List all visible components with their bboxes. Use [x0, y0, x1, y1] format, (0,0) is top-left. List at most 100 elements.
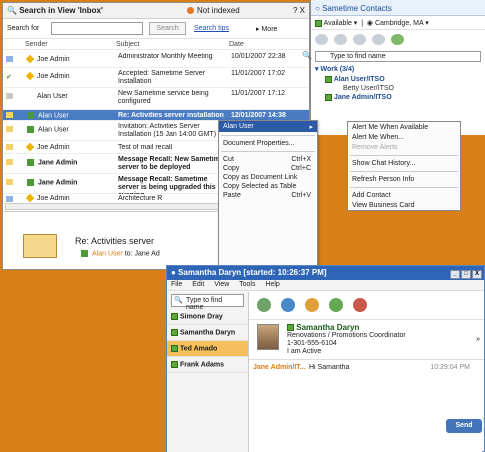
contacts-toolbar [311, 30, 485, 50]
phone-icon[interactable] [352, 34, 366, 45]
menu-item-business-card[interactable]: View Business Card [348, 201, 460, 210]
call-icon[interactable] [280, 298, 295, 312]
participant-item[interactable]: Simone Dray [167, 309, 248, 325]
row-sender: Joe Admin [37, 144, 70, 151]
menu-item-paste[interactable]: Paste Ctrl+V [219, 191, 317, 200]
participant-item[interactable]: Samantha Daryn [167, 325, 248, 341]
close-button[interactable]: X [472, 270, 482, 279]
menu-item-remove-alerts: Remove Alerts [352, 144, 398, 151]
block-icon[interactable] [352, 298, 367, 312]
menu-edit[interactable]: Edit [192, 281, 204, 288]
more-label: More [261, 26, 278, 33]
checkmark-icon: ✔ [6, 74, 12, 81]
contact-name: Betty User/ITSO [343, 85, 394, 92]
search-input[interactable] [51, 22, 143, 35]
participant-name: Frank Adams [179, 361, 225, 369]
table-row[interactable]: Joe Admin Administrator Monthly Meeting … [3, 51, 309, 68]
back-icon[interactable] [315, 34, 328, 45]
add-contact-icon[interactable] [390, 34, 404, 45]
contacts-icon: ○ [315, 4, 323, 13]
menu-item-label: Copy [223, 165, 240, 172]
menu-file[interactable]: File [171, 281, 182, 288]
menu-view[interactable]: View [214, 281, 229, 288]
row-sender: Alan User [37, 93, 68, 100]
contact-item[interactable]: Alan User/ITSO [311, 75, 485, 84]
col-subject[interactable]: Subject [116, 41, 139, 48]
find-placeholder: Type to find name [330, 53, 386, 60]
minimize-button[interactable]: _ [450, 270, 460, 279]
menu-item-add-contact[interactable]: Add Contact [348, 191, 460, 200]
menu-item-copy-as-link[interactable]: Copy as Document Link [219, 173, 317, 182]
menu-item-chat-history[interactable]: Show Chat History... [348, 159, 460, 168]
mail-icon [6, 112, 13, 118]
envelope-icon [23, 234, 57, 258]
row-subject: Invitation: Activities Server Installati… [118, 123, 217, 138]
mail-icon [6, 196, 13, 202]
maximize-button[interactable]: □ [461, 270, 471, 279]
menu-item-alert-when[interactable]: Alert Me When... [348, 133, 460, 142]
more-button[interactable]: ▸ More [256, 25, 277, 33]
chat-menu-bar: File Edit View Tools Help [167, 280, 484, 291]
menu-tools[interactable]: Tools [239, 281, 255, 288]
meeting-icon[interactable] [304, 298, 319, 312]
row-sender: Jane Admin [38, 179, 78, 187]
participant-item[interactable]: Frank Adams [167, 357, 248, 373]
context-menu-header[interactable]: Alan User ▸ [219, 121, 317, 132]
index-status: Not indexed [187, 6, 240, 15]
row-date: 12/01/2007 14:38 [231, 112, 286, 119]
chat-title: Samantha Daryn [started: 10:26:37 PM] [178, 268, 327, 277]
menu-item-copy[interactable]: Copy Ctrl+C [219, 164, 317, 173]
menu-item-label: Copy as Document Link [223, 174, 298, 181]
profile-status: I am Active [287, 348, 322, 355]
col-date[interactable]: Date [229, 41, 244, 48]
expand-icon[interactable]: » [476, 336, 480, 343]
participant-item-active[interactable]: Ted Amado [167, 341, 248, 357]
contact-item[interactable]: Betty User/ITSO [311, 84, 485, 93]
preview-sender[interactable]: Alan User [92, 250, 123, 257]
presence-icon [27, 112, 34, 119]
find-name-input[interactable]: 🔍 Type to find name [171, 294, 244, 311]
send-button[interactable]: Send [446, 419, 482, 433]
contacts-title-bar: ○ Sametime Contacts [311, 0, 485, 16]
row-subject: Message Recall: Sametime server is being… [118, 176, 216, 194]
menu-item-document-properties[interactable]: Document Properties... [219, 139, 317, 148]
menu-item-cut[interactable]: Cut Ctrl+X [219, 155, 317, 164]
profile-title: Renovations / Promotions Coordinator [287, 332, 406, 339]
chat-title-bar[interactable]: ● Samantha Daryn [started: 10:26:37 PM] … [167, 266, 484, 280]
mail-icon [6, 126, 13, 132]
search-icon: 🔍 [7, 6, 17, 15]
presence-icon [325, 75, 332, 83]
find-name-input[interactable]: 🔍 Type to find name [302, 51, 481, 62]
menu-item-alert-available[interactable]: Alert Me When Available [348, 123, 460, 132]
menu-item-copy-as-table[interactable]: Copy Selected as Table [219, 182, 317, 191]
chevron-down-icon: ▾ [353, 20, 358, 27]
participant-name: Ted Amado [179, 345, 218, 353]
mail-icon [6, 179, 13, 185]
menu-item-shortcut: Ctrl+V [291, 192, 311, 199]
search-tips-link[interactable]: Search tips [194, 25, 229, 32]
table-row[interactable]: Alan User New Sametime service being con… [3, 88, 309, 110]
menu-item-refresh-info[interactable]: Refresh Person Info [348, 175, 460, 184]
location-dropdown[interactable]: Cambridge, MA [375, 20, 423, 27]
group-work[interactable]: ▾ Work (3/4) [311, 63, 485, 75]
globe-icon: ◉ [366, 20, 374, 27]
contact-name: Jane Admin/ITSO [333, 94, 392, 101]
search-button[interactable]: Search [149, 22, 186, 35]
invite-icon[interactable] [328, 298, 343, 312]
available-icon [315, 19, 322, 27]
window-controls: _ □ X [449, 268, 482, 279]
col-sender[interactable]: Sender [25, 41, 48, 48]
menu-help[interactable]: Help [265, 281, 279, 288]
status-dropdown[interactable]: Available [324, 20, 352, 27]
person-submenu: Alert Me When Available Alert Me When...… [347, 121, 461, 211]
contact-item[interactable]: Jane Admin/ITSO [311, 93, 485, 102]
row-sender: Joe Admin [37, 195, 70, 202]
forward-icon[interactable] [333, 34, 347, 45]
table-row[interactable]: ✔ Joe Admin Accepted: Sametime Server In… [3, 68, 309, 88]
row-date: 11/01/2007 17:02 [231, 70, 285, 77]
mail-icon [6, 56, 13, 62]
window-controls[interactable]: ? X [293, 6, 305, 15]
avatar [257, 324, 279, 350]
add-people-icon[interactable] [257, 298, 271, 312]
group-icon[interactable] [371, 34, 385, 45]
